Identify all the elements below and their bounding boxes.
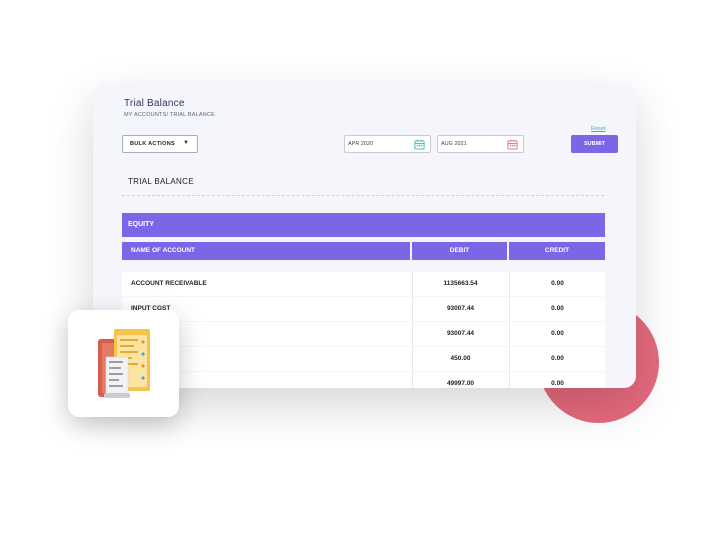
- debit-value: 93007.44: [412, 322, 508, 346]
- debit-value: 450.00: [412, 347, 508, 371]
- from-date-value: APR 2020: [348, 141, 374, 147]
- account-name: ACCOUNT RECEIVABLE: [131, 280, 207, 287]
- column-header-name: NAME OF ACCOUNT: [122, 242, 410, 260]
- from-date-field[interactable]: APR 2020: [344, 135, 431, 153]
- calendar-icon[interactable]: [414, 139, 425, 150]
- document-receipt-icon: [98, 329, 150, 398]
- table-row[interactable]: 450.00 0.00: [122, 347, 605, 371]
- equity-label: EQUITY: [128, 221, 155, 228]
- column-header-debit: DEBIT: [412, 242, 507, 260]
- to-date-field[interactable]: AUG 2021: [437, 135, 524, 153]
- divider: [122, 195, 604, 196]
- credit-value: 0.00: [509, 347, 605, 371]
- bulk-actions-dropdown[interactable]: BULK ACTIONS ▼: [122, 135, 198, 153]
- calendar-icon[interactable]: [507, 139, 518, 150]
- reset-link[interactable]: Reset: [591, 126, 605, 132]
- table-body: ACCOUNT RECEIVABLE 1135663.54 0.00 INPUT…: [122, 272, 605, 388]
- to-date-value: AUG 2021: [441, 141, 467, 147]
- table-row[interactable]: INPUT CGST 93007.44 0.00: [122, 297, 605, 321]
- credit-value: 0.00: [509, 297, 605, 321]
- column-header-credit: CREDIT: [509, 242, 605, 260]
- debit-value: 93007.44: [412, 297, 508, 321]
- debit-value: 1135663.54: [412, 272, 508, 296]
- credit-value: 0.00: [509, 272, 605, 296]
- credit-value: 0.00: [509, 322, 605, 346]
- section-title: TRIAL BALANCE: [128, 177, 194, 186]
- chevron-down-icon: ▼: [183, 140, 189, 146]
- table-row[interactable]: ACCOUNT RECEIVABLE 1135663.54 0.00: [122, 272, 605, 296]
- page-title: Trial Balance: [124, 98, 185, 109]
- submit-button[interactable]: SUBMIT: [571, 135, 618, 153]
- table-row[interactable]: 49997.00 0.00: [122, 372, 605, 388]
- bulk-actions-label: BULK ACTIONS: [130, 141, 175, 147]
- app-icon-card: [68, 310, 179, 417]
- equity-group-header[interactable]: EQUITY: [122, 213, 605, 237]
- debit-value: 49997.00: [412, 372, 508, 388]
- breadcrumb: MY ACCOUNTS/ TRIAL BALANCE: [124, 112, 215, 118]
- table-header: NAME OF ACCOUNT DEBIT CREDIT: [122, 242, 605, 260]
- table-row[interactable]: 93007.44 0.00: [122, 322, 605, 346]
- credit-value: 0.00: [509, 372, 605, 388]
